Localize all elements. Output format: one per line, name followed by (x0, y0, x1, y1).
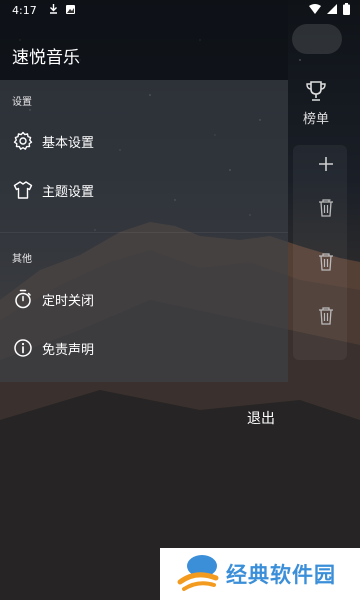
add-icon[interactable] (316, 154, 336, 174)
shirt-icon (13, 180, 33, 200)
menu-item-basic-settings[interactable]: 基本设置 (0, 121, 288, 161)
gear-icon (13, 131, 33, 151)
menu-item-disclaimer[interactable]: 免责声明 (0, 328, 288, 368)
navigation-drawer: 速悦音乐 设置 基本设置 主题设置 其他 定时关闭 免责声明 (0, 0, 288, 382)
menu-item-sleep-timer[interactable]: 定时关闭 (0, 279, 288, 319)
watermark-text: 经典软件园 (226, 563, 336, 587)
info-icon (13, 338, 33, 358)
watermark: 经典软件园 (160, 548, 360, 600)
search-bar[interactable] (292, 24, 342, 54)
menu-item-label: 定时关闭 (42, 293, 95, 309)
trash-icon[interactable] (318, 199, 334, 217)
trophy-icon (305, 81, 327, 106)
ranking-label: 榜单 (302, 112, 329, 127)
battery-icon (343, 3, 350, 18)
trash-icon[interactable] (318, 307, 334, 325)
menu-item-label: 主题设置 (42, 184, 95, 200)
signal-icon (327, 4, 337, 17)
app-title: 速悦音乐 (12, 48, 80, 68)
download-icon (49, 3, 58, 17)
section-divider (0, 232, 288, 233)
status-bar: 4:17 (0, 0, 360, 20)
status-time: 4:17 (12, 3, 37, 17)
wifi-icon (309, 4, 321, 17)
photo-icon (65, 4, 75, 17)
menu-item-label: 基本设置 (42, 135, 95, 151)
trash-icon[interactable] (318, 253, 334, 271)
exit-button[interactable]: 退出 (247, 408, 275, 428)
menu-item-theme-settings[interactable]: 主题设置 (0, 170, 288, 210)
timer-icon (13, 289, 33, 309)
section-label-settings: 设置 (12, 97, 32, 108)
section-label-other: 其他 (12, 254, 32, 265)
watermark-logo-icon (176, 552, 220, 596)
ranking-tab[interactable]: 榜单 (296, 80, 336, 127)
menu-item-label: 免责声明 (42, 342, 95, 358)
